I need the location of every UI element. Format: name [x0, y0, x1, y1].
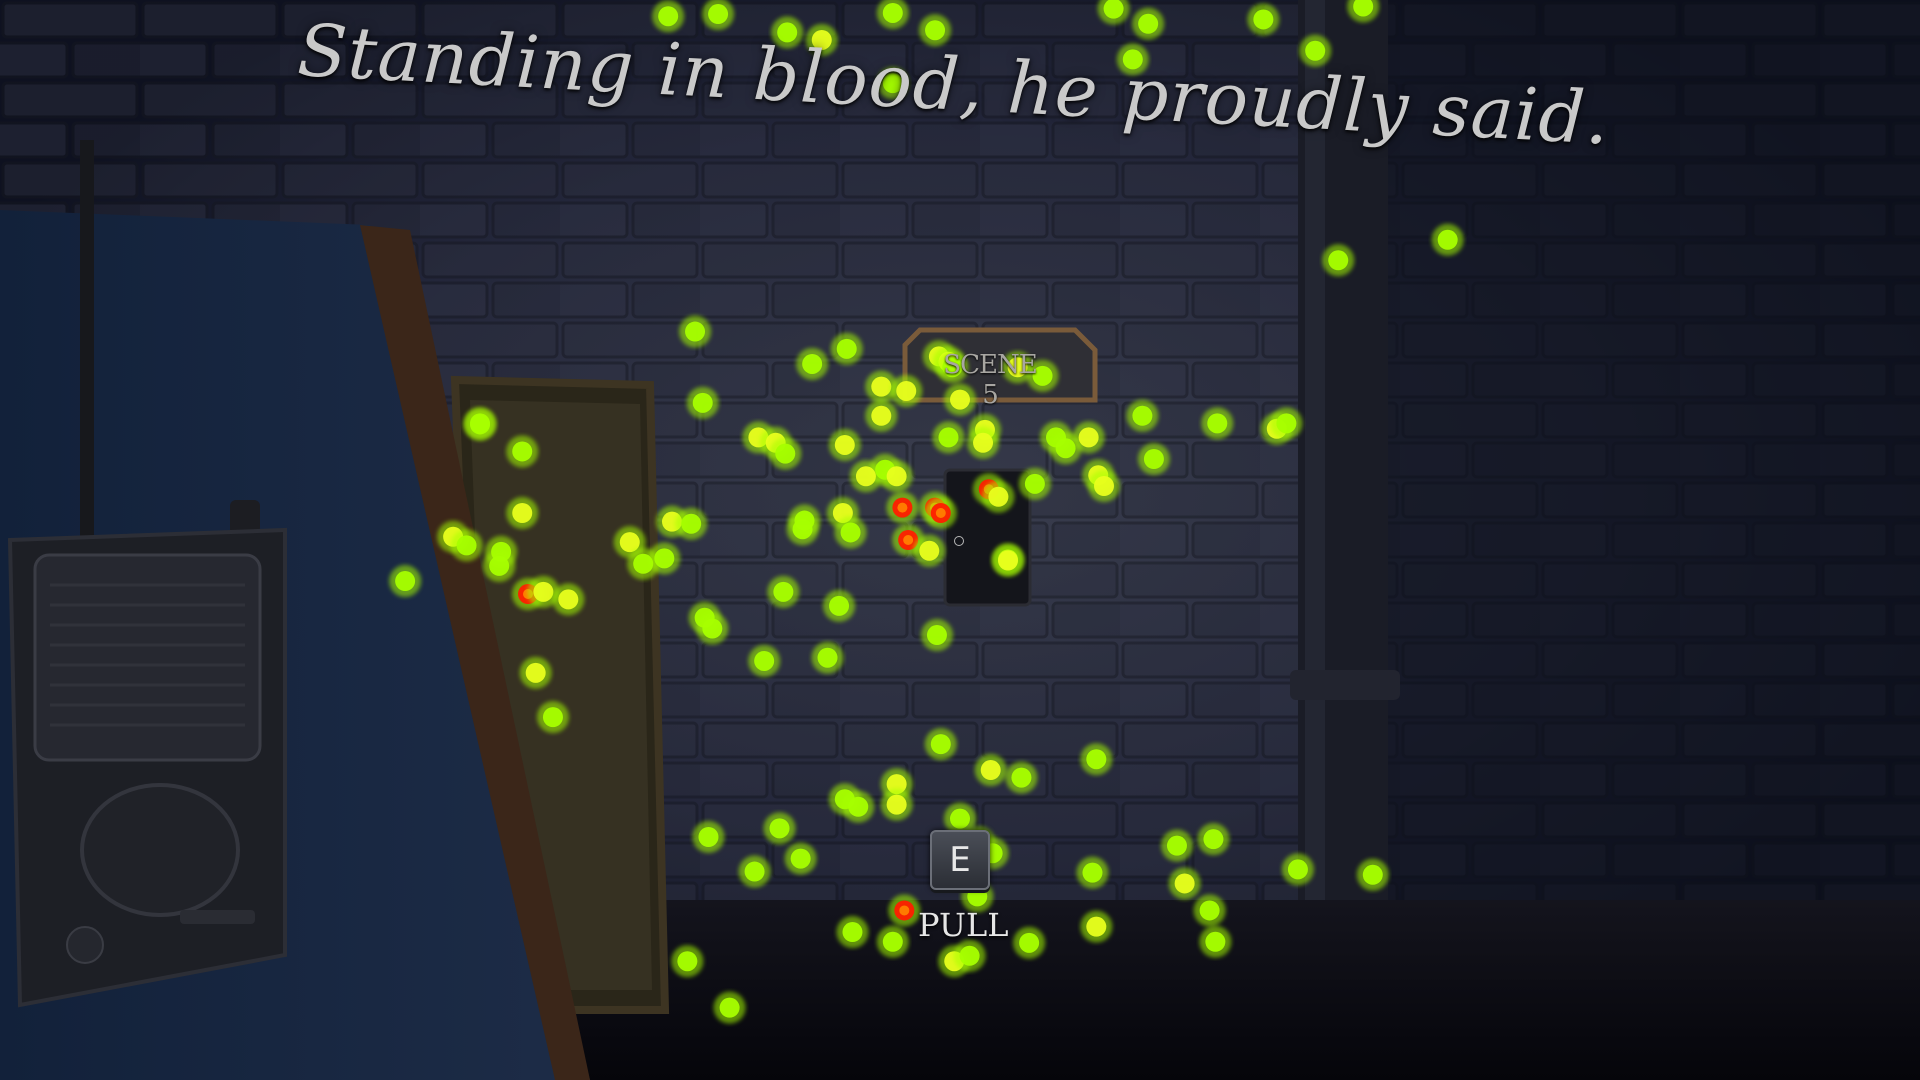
heatmap-point	[483, 549, 516, 582]
heatmap-point	[1356, 858, 1389, 891]
heatmap-point	[967, 426, 1000, 459]
heatmap-point	[536, 701, 569, 734]
heatmap-point	[865, 399, 898, 432]
heatmap-point	[836, 916, 869, 949]
heatmap-point	[738, 855, 771, 888]
heatmap-point	[713, 991, 746, 1024]
heatmap-point	[1080, 910, 1113, 943]
scene-sign: SCENE 5	[943, 350, 1037, 410]
heatmap-point	[389, 565, 422, 598]
heatmap-point	[506, 497, 539, 529]
heatmap-point	[1088, 470, 1120, 502]
heatmap-point	[880, 460, 913, 493]
heatmap-point	[1197, 823, 1230, 856]
heatmap-point	[924, 497, 957, 529]
heatmap-point	[763, 812, 796, 845]
heatmap-point	[880, 788, 913, 821]
heatmap-point	[828, 428, 861, 461]
heatmap-point	[1199, 925, 1232, 958]
heatmap-point	[1431, 223, 1464, 256]
heatmap-point	[748, 644, 781, 677]
heatmap-point	[767, 575, 800, 608]
heatmap-point	[671, 945, 704, 978]
heatmap-point	[811, 641, 844, 674]
heatmap-point	[1168, 867, 1201, 900]
heatmap-point	[953, 939, 986, 972]
heatmap-point	[788, 504, 821, 537]
heatmap-point	[924, 728, 957, 761]
heatmap-point	[913, 534, 946, 567]
heatmap-point	[886, 491, 919, 524]
heatmap-point	[692, 821, 725, 853]
heatmap-point	[519, 656, 552, 689]
heatmap-point	[1005, 761, 1038, 794]
crosshair-reticle	[954, 536, 964, 546]
heatmap-point	[1080, 743, 1113, 776]
heatmap-point	[1076, 856, 1109, 889]
heatmap-point	[1247, 3, 1280, 36]
heatmap-point	[464, 408, 496, 441]
heatmap-point	[920, 619, 953, 652]
heatmap-point	[1072, 421, 1105, 454]
heatmap-point	[1270, 407, 1303, 440]
heatmap-point	[1201, 407, 1234, 440]
heatmap-point	[1322, 244, 1355, 277]
heatmap-point	[974, 754, 1007, 787]
heatmap-point	[506, 435, 539, 468]
heatmap-point	[679, 315, 712, 348]
heatmap-point	[796, 347, 829, 380]
heatmap-point	[888, 894, 921, 927]
heatmap-point	[1126, 399, 1159, 432]
heatmap-point	[696, 612, 729, 645]
heatmap-point	[1193, 894, 1226, 927]
heatmap-point	[450, 529, 483, 562]
heatmap-point	[784, 842, 817, 875]
heatmap-point	[1160, 829, 1193, 862]
heatmap-point	[932, 421, 965, 454]
heatmap-point	[1013, 926, 1046, 959]
heatmap-point	[648, 542, 681, 575]
heatmap-point	[1132, 7, 1165, 40]
heatmap-point	[834, 516, 867, 549]
heatmap-point	[842, 790, 875, 823]
interact-action-label: PULL	[918, 906, 1009, 944]
heatmap-point	[1018, 467, 1051, 500]
heatmap-point	[830, 332, 863, 365]
heatmap-point	[1137, 443, 1170, 475]
heatmap-point	[982, 480, 1015, 513]
heatmap-point	[876, 925, 909, 958]
key-e-icon: E	[930, 830, 990, 890]
interact-key-prompt[interactable]: E	[930, 830, 990, 890]
heatmap-point	[849, 460, 882, 493]
heatmap-point	[675, 507, 708, 540]
heatmap-point	[686, 386, 719, 419]
heatmap-point	[552, 583, 585, 616]
heatmap-point	[1281, 853, 1314, 886]
heatmap-point	[823, 589, 856, 622]
heatmap-point	[992, 544, 1024, 577]
heatmap-point	[890, 374, 923, 407]
heatmap-point	[769, 437, 802, 470]
